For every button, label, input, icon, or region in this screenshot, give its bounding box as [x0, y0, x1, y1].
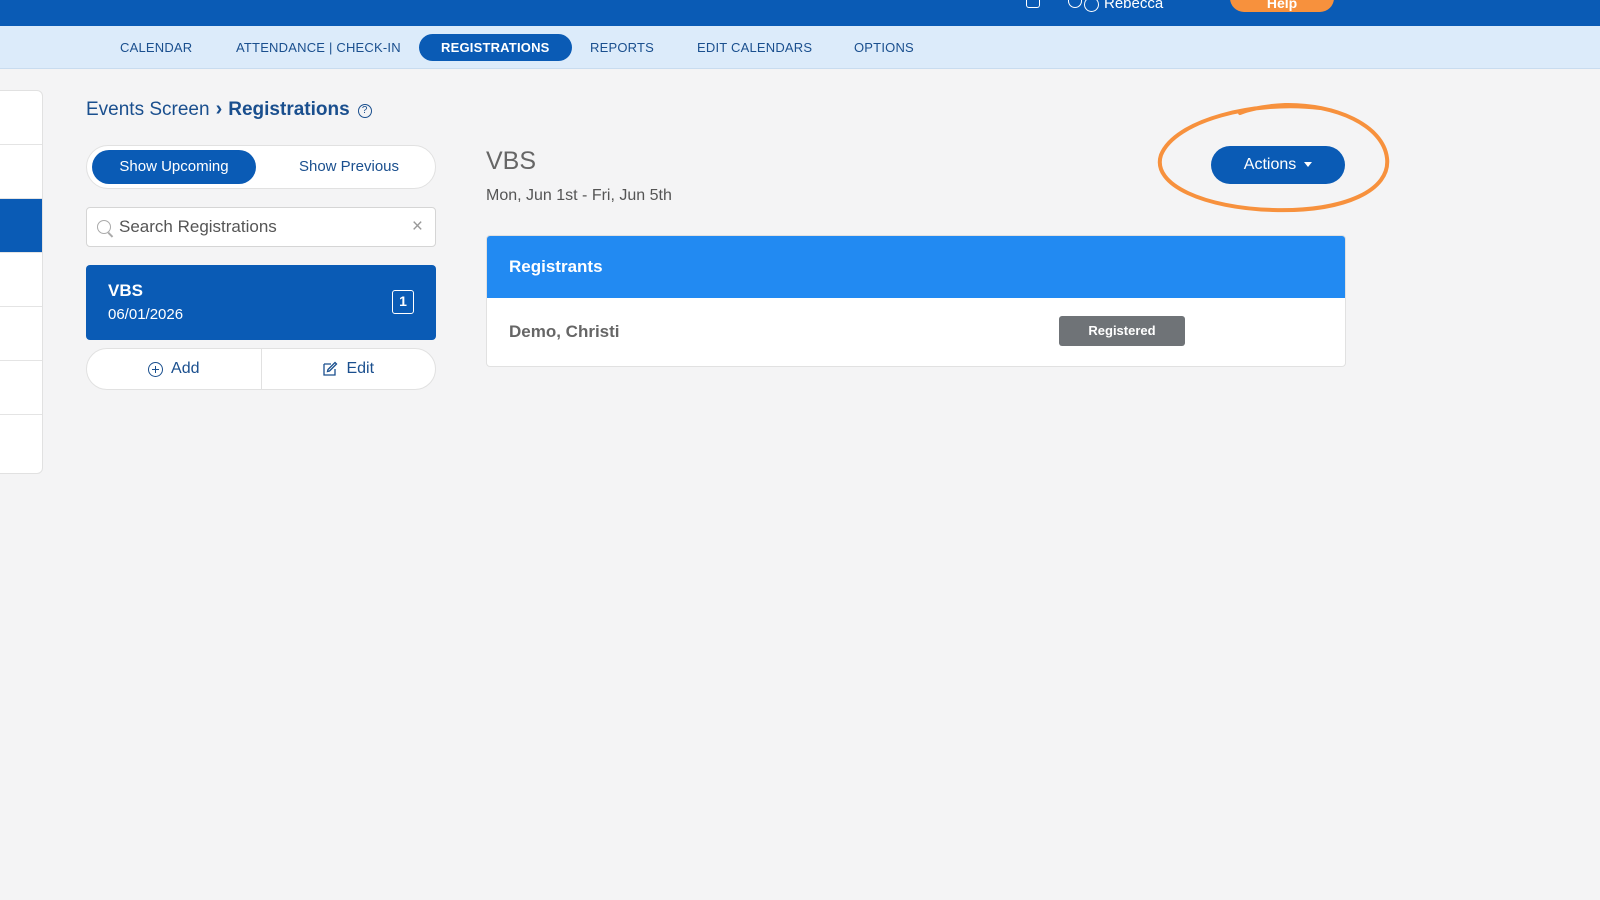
nav-calendar[interactable]: CALENDAR	[98, 34, 214, 61]
edit-icon	[323, 361, 338, 376]
user-menu[interactable]: Rebecca	[1083, 0, 1163, 12]
actions-dropdown-button[interactable]: Actions	[1211, 146, 1345, 184]
registrant-count-badge: 1	[392, 290, 414, 314]
show-upcoming-button[interactable]: Show Upcoming	[92, 150, 256, 184]
nav-registrations[interactable]: REGISTRATIONS	[419, 34, 572, 61]
registrant-name[interactable]: Demo, Christi	[509, 322, 620, 342]
edit-label: Edit	[346, 360, 375, 377]
top-bar: Rebecca Help	[0, 0, 1600, 26]
registrants-panel: Registrants Demo, Christi Registered	[486, 235, 1346, 367]
help-button[interactable]: Help	[1230, 0, 1334, 12]
bell-icon[interactable]	[1068, 0, 1082, 8]
sidebar-item-active[interactable]	[0, 199, 42, 253]
add-button[interactable]: Add	[87, 349, 261, 389]
add-label: Add	[171, 360, 200, 377]
page-title: Registrations	[228, 98, 350, 120]
actions-label: Actions	[1243, 156, 1297, 173]
registrants-header: Registrants	[487, 236, 1345, 298]
sidebar-rail	[0, 90, 43, 474]
event-list-item[interactable]: VBS 06/01/2026 1	[86, 265, 436, 340]
chevron-right-icon: ›	[215, 98, 223, 120]
event-date-range: Mon, Jun 1st - Fri, Jun 5th	[486, 187, 672, 204]
event-name: VBS	[108, 281, 143, 300]
breadcrumb-parent[interactable]: Events Screen	[86, 99, 210, 121]
main-nav: CALENDAR ATTENDANCE | CHECK-IN REGISTRAT…	[0, 26, 1600, 69]
show-previous-button[interactable]: Show Previous	[267, 150, 431, 184]
calendar-icon[interactable]	[1026, 0, 1040, 8]
add-circle-icon	[148, 361, 164, 377]
help-icon[interactable]: ?	[357, 104, 372, 118]
sidebar-item[interactable]	[0, 361, 42, 415]
sidebar-item[interactable]	[0, 91, 42, 145]
search-input[interactable]	[119, 212, 399, 242]
event-date: 06/01/2026	[108, 306, 184, 323]
nav-edit-calendars[interactable]: EDIT CALENDARS	[675, 34, 834, 61]
search-icon	[97, 220, 111, 234]
search-box: ×	[86, 207, 436, 247]
caret-down-icon	[1304, 162, 1313, 168]
sidebar-item[interactable]	[0, 253, 42, 307]
sidebar-item[interactable]	[0, 415, 42, 469]
sidebar-item[interactable]	[0, 307, 42, 361]
nav-reports[interactable]: REPORTS	[568, 34, 676, 61]
edit-button[interactable]: Edit	[260, 349, 436, 389]
status-badge: Registered	[1059, 316, 1185, 346]
table-row[interactable]: Demo, Christi Registered	[487, 298, 1345, 366]
event-filter-toggle: Show Upcoming Show Previous	[86, 145, 436, 189]
nav-options[interactable]: OPTIONS	[832, 34, 936, 61]
event-title: VBS	[486, 147, 537, 175]
sidebar-item[interactable]	[0, 145, 42, 199]
breadcrumb: Events Screen › Registrations ?	[86, 98, 372, 121]
list-actions: Add Edit	[86, 348, 436, 390]
close-icon[interactable]: ×	[412, 217, 423, 237]
nav-attendance-check-in[interactable]: ATTENDANCE | CHECK-IN	[214, 34, 423, 61]
